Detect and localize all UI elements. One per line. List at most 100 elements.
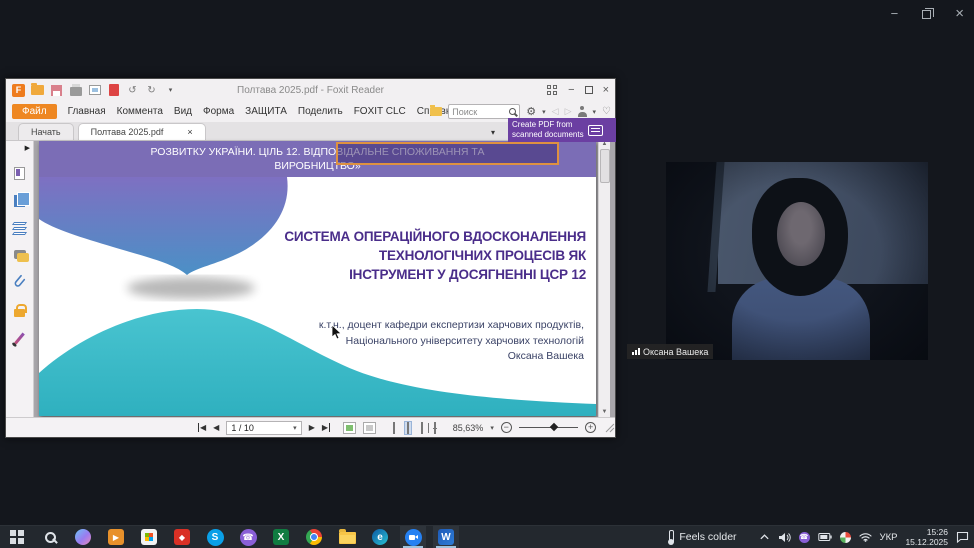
- menu-protect[interactable]: ЗАЩИТА: [245, 106, 287, 117]
- layers-icon[interactable]: [13, 222, 26, 235]
- taskbar-microsoft-store[interactable]: [136, 526, 162, 548]
- account-icon[interactable]: [578, 106, 587, 117]
- split-view-button[interactable]: [432, 422, 438, 434]
- scroll-down-icon[interactable]: ▼: [602, 409, 608, 415]
- menu-home[interactable]: Главная: [68, 106, 106, 117]
- zoom-slider[interactable]: [519, 427, 578, 428]
- menu-form[interactable]: Форма: [203, 106, 234, 117]
- taskbar-chrome[interactable]: [301, 526, 327, 548]
- account-caret-icon[interactable]: ▾: [593, 108, 597, 116]
- clock-widget[interactable]: 15:26 15.12.2025: [905, 527, 948, 547]
- continuous-view-button[interactable]: [404, 421, 412, 435]
- edge-icon: e: [372, 529, 388, 545]
- foxit-minimize-button[interactable]: −: [568, 84, 574, 96]
- security-tray-icon[interactable]: [840, 532, 851, 543]
- foxit-close-button[interactable]: ×: [603, 84, 609, 96]
- resize-grip[interactable]: [605, 423, 615, 433]
- create-pdf-banner[interactable]: Create PDF from scanned documents: [508, 118, 616, 142]
- foxit-restore-button[interactable]: [585, 86, 593, 94]
- taskbar-search-button[interactable]: [37, 526, 63, 548]
- close-button[interactable]: ×: [955, 6, 964, 22]
- taskbar-file-explorer[interactable]: [334, 526, 360, 548]
- taskbar-zoom[interactable]: [400, 526, 426, 548]
- signature-icon[interactable]: [14, 333, 25, 345]
- scrollbar-thumb[interactable]: [600, 149, 610, 183]
- undo-icon[interactable]: ↺: [126, 84, 139, 97]
- save-icon[interactable]: [51, 85, 62, 96]
- language-indicator[interactable]: УКР: [880, 532, 898, 543]
- tab-document[interactable]: Полтава 2025.pdf ×: [78, 123, 206, 140]
- menu-view[interactable]: Вид: [174, 106, 192, 117]
- zoom-slider-handle[interactable]: [550, 423, 558, 431]
- menu-file[interactable]: Файл: [12, 104, 57, 119]
- tray-expand-chevron-icon[interactable]: [759, 532, 770, 542]
- menu-share[interactable]: Поделить: [298, 106, 343, 117]
- viber-icon: ☎: [240, 529, 257, 546]
- pages-icon[interactable]: [14, 195, 25, 207]
- next-page-button[interactable]: ▶: [309, 423, 315, 432]
- previous-view-icon[interactable]: [343, 422, 356, 434]
- taskbar-copilot[interactable]: [70, 526, 96, 548]
- foxit-logo-icon[interactable]: F: [12, 84, 25, 97]
- slide-author-line2: Національного університету харчових техн…: [346, 335, 584, 347]
- participant-name: Оксана Вашека: [643, 347, 708, 357]
- print-icon[interactable]: [70, 87, 82, 96]
- page-caret-icon[interactable]: ▾: [293, 424, 297, 432]
- restore-button[interactable]: [922, 10, 931, 19]
- panel-collapse-icon[interactable]: ▶: [25, 144, 30, 152]
- minimize-button[interactable]: −: [891, 6, 899, 22]
- taskbar-viber[interactable]: ☎: [235, 526, 261, 548]
- tab-list-caret-icon[interactable]: ▾: [491, 128, 495, 137]
- open-file-icon[interactable]: [31, 85, 44, 95]
- page-number-input[interactable]: 1 / 10 ▾: [226, 421, 301, 435]
- taskbar-edge[interactable]: e: [367, 526, 393, 548]
- menu-comments[interactable]: Коммента: [117, 106, 163, 117]
- export-icon[interactable]: [89, 85, 101, 95]
- tab-close-icon[interactable]: ×: [187, 127, 192, 137]
- vertical-scrollbar[interactable]: ▲ ▼: [598, 141, 610, 417]
- last-page-button[interactable]: ▶: [322, 423, 330, 432]
- weather-widget[interactable]: Feels colder: [667, 530, 736, 545]
- layout-grid-icon[interactable]: [547, 85, 558, 96]
- search-input[interactable]: Поиск: [448, 104, 520, 119]
- viber-tray-icon[interactable]: ☎: [799, 532, 810, 543]
- slide-author-line1: к.т.н., доцент кафедри експертизи харчов…: [319, 319, 584, 331]
- first-page-button[interactable]: ◀: [198, 423, 206, 432]
- taskbar-excel[interactable]: X: [268, 526, 294, 548]
- history-back-icon[interactable]: ◁: [552, 106, 559, 117]
- taskbar-media-player[interactable]: ▶: [103, 526, 129, 548]
- navigation-side-panel: ▶: [6, 141, 34, 417]
- zoom-level-value[interactable]: 85,63%: [453, 423, 484, 433]
- security-lock-icon[interactable]: [14, 309, 25, 317]
- comments-icon[interactable]: [14, 250, 26, 259]
- single-page-view-button[interactable]: [391, 422, 397, 434]
- zoom-out-button[interactable]: −: [501, 422, 512, 433]
- gear-caret-icon[interactable]: ▾: [542, 108, 546, 116]
- menu-foxit-cloud[interactable]: FOXIT CLC: [354, 106, 406, 117]
- bookmarks-icon[interactable]: [14, 167, 25, 180]
- search-icon[interactable]: [509, 108, 516, 115]
- volume-icon[interactable]: [778, 532, 791, 543]
- taskbar-word[interactable]: W: [433, 526, 459, 548]
- facing-view-button[interactable]: [419, 422, 425, 434]
- pdf-document-icon[interactable]: [109, 84, 119, 96]
- taskbar-red-app[interactable]: ◆: [169, 526, 195, 548]
- zoom-caret-icon[interactable]: ▾: [490, 424, 494, 432]
- customize-toolbar-caret-icon[interactable]: ▾: [164, 84, 177, 97]
- battery-icon[interactable]: [818, 532, 832, 542]
- attachments-icon[interactable]: [10, 272, 30, 292]
- taskbar-skype[interactable]: S: [202, 526, 228, 548]
- favorites-heart-icon[interactable]: ♡: [602, 106, 611, 117]
- start-button[interactable]: [4, 526, 30, 548]
- prev-page-button[interactable]: ◀: [213, 423, 219, 432]
- windows-taskbar: ▶ ◆ S ☎ X e W Feels colder ☎ УКР 15:26 1…: [0, 525, 974, 548]
- history-forward-icon[interactable]: ▷: [565, 106, 572, 117]
- redo-icon[interactable]: ↻: [145, 84, 158, 97]
- gear-icon[interactable]: ⚙: [526, 105, 536, 118]
- next-view-icon[interactable]: [363, 422, 376, 434]
- folder-search-icon[interactable]: [430, 107, 442, 116]
- zoom-in-button[interactable]: +: [585, 422, 596, 433]
- notification-center-icon[interactable]: [956, 531, 969, 543]
- wifi-icon[interactable]: [859, 532, 872, 542]
- tab-start[interactable]: Начать: [18, 123, 74, 140]
